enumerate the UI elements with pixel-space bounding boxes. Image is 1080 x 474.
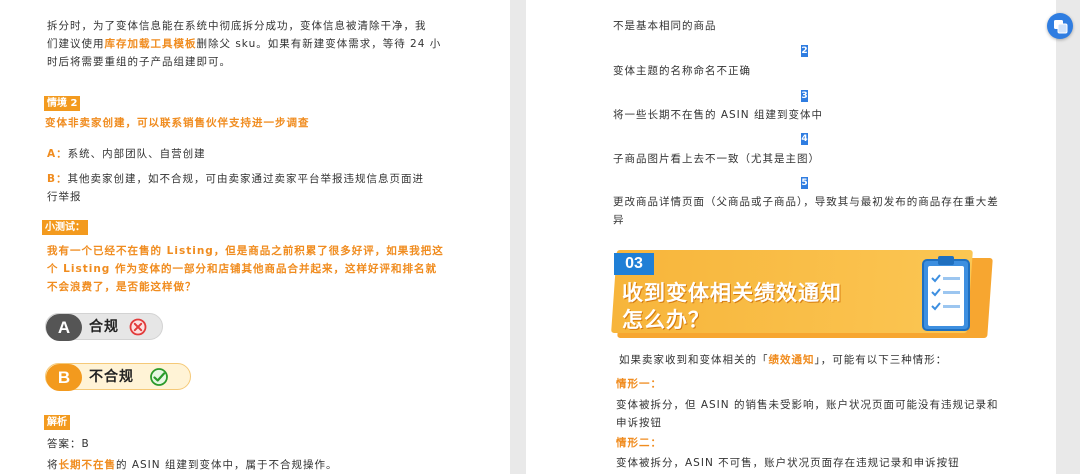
list-number: 4 [801,133,808,145]
list-item-text: 变体主题的名称命名不正确 [613,65,751,77]
a-text: 系统、内部团队、自营创建 [67,148,206,160]
option-a-label: 合规 [89,319,119,335]
b-prefix: B： [47,173,68,185]
list-item-text: 不是基本相同的商品 [613,20,717,32]
option-b-pill: B 不合规 [45,363,191,391]
paragraph-line: 拆分时，为了变体信息能在系统中彻底拆分成功，变体信息被清除干净，我 [47,20,427,32]
paragraph-line: 行举报 [47,191,82,203]
quiz-line: 我有一个已经不在售的 Listing，但是商品之前积累了很多好评，如果我把这 [47,245,444,257]
list-item-text: 更改商品详情页面（父商品或子商品），导致其与最初发布的商品存在重大差 [613,196,999,208]
highlight-span: 长期不在售 [58,459,116,471]
translate-icon [1054,20,1068,34]
option-a-line: A：系统、内部团队、自营创建 [47,147,206,161]
list-number: 3 [801,90,808,102]
text-span: 们建议使用 [47,38,105,50]
a-prefix: A： [47,148,68,160]
scenario-tag: 情境 2 [44,96,81,111]
highlight-span: 绩效通知 [768,354,815,366]
analysis-tag: 解析 [44,415,70,430]
text-span: 的 ASIN 组建到变体中，属于不合规操作。 [116,459,338,471]
scenario-title: 变体非卖家创建，可以联系销售伙伴支持进一步调查 [45,117,310,129]
banner-title-line2: 怎么办？ [622,308,710,332]
checklist-clipboard-icon [922,256,970,331]
case-label: 情形二： [616,437,662,449]
list-number: 5 [801,177,808,189]
case-label: 情形一： [616,378,662,390]
text-span: 将 [47,459,59,471]
answer-line: 答案：B [47,438,90,450]
section-banner: 03 收到变体相关绩效通知 怎么办？ [611,250,999,340]
paragraph-line: 将长期不在售的 ASIN 组建到变体中，属于不合规操作。 [47,458,337,472]
x-circle-icon [129,318,147,336]
list-number: 2 [801,45,808,57]
translate-button[interactable] [1047,13,1073,39]
option-b-line: B：其他卖家创建，如不合规，可由卖家通过卖家平台举报违规信息页面进 [47,172,424,186]
paragraph-line: 们建议使用库存加载工具模板删除父 sku。如果有新建变体需求，等待 24 小 [47,37,441,51]
option-b-letter: B [46,364,82,391]
case-text: 申诉按钮 [616,417,662,429]
template-link[interactable]: 库存加载工具模板 [105,38,197,50]
quiz-tag: 小测试： [42,220,88,235]
list-item-text: 子商品图片看上去不一致（尤其是主图） [613,153,820,165]
paragraph-line: 时后将需要重组的子产品组建即可。 [47,56,231,68]
banner-number: 03 [614,253,654,275]
banner-title-line1: 收到变体相关绩效通知 [622,281,842,305]
option-b-label: 不合规 [89,369,134,385]
quiz-line: 不会浪费了，是否能这样做？ [47,281,197,293]
quiz-line: 个 Listing 作为变体的一部分和店铺其他商品合并起来，这样好评和排名就 [47,263,437,275]
text-span: 如果卖家收到和变体相关的「 [619,354,769,366]
text-span: 删除父 sku。如果有新建变体需求，等待 24 小 [196,38,442,50]
text-span: 」，可能有以下三种情形： [814,354,948,366]
intro-line: 如果卖家收到和变体相关的「绩效通知」，可能有以下三种情形： [619,353,947,367]
left-document-page: 拆分时，为了变体信息能在系统中彻底拆分成功，变体信息被清除干净，我 们建议使用库… [0,0,510,474]
right-document-page: 不是基本相同的商品 2 变体主题的名称命名不正确 3 将一些长期不在售的 ASI… [526,0,1056,474]
check-circle-icon [150,368,168,386]
list-item-text: 异 [613,214,625,226]
case-text: 变体被拆分，但 ASIN 的销售未受影响，账户状况页面可能没有违规记录和 [616,399,999,411]
case-text: 变体被拆分，ASIN 不可售，账户状况页面存在违规记录和申诉按钮 [616,457,960,469]
b-text: 其他卖家创建，如不合规，可由卖家通过卖家平台举报违规信息页面进 [67,173,425,185]
option-a-pill: A 合规 [45,313,163,341]
option-a-letter: A [46,314,82,341]
list-item-text: 将一些长期不在售的 ASIN 组建到变体中 [613,109,823,121]
